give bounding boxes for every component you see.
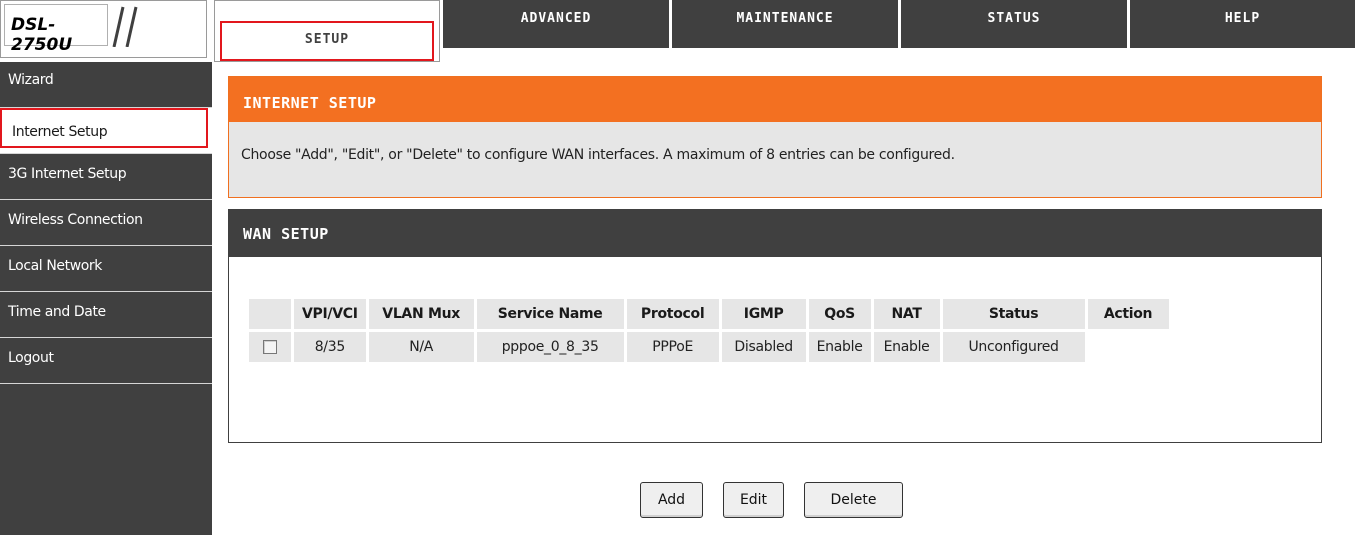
sidebar-item-logout[interactable]: Logout [0, 338, 212, 384]
sidebar-item-label: Internet Setup [12, 124, 108, 140]
cell-service-name: pppoe_0_8_35 [476, 332, 624, 362]
sidebar-item-label: Wizard [8, 72, 54, 88]
cell-protocol: PPPoE [626, 332, 719, 362]
cell-nat: Enable [873, 332, 940, 362]
column-header-qos: QoS [808, 299, 871, 329]
model-name: DSL-2750U [11, 15, 73, 55]
table-row: 8/35 N/A pppoe_0_8_35 PPPoE Disabled Ena… [249, 332, 1169, 362]
cell-status: Unconfigured [942, 332, 1085, 362]
slash-logo-icon [112, 6, 138, 47]
internet-setup-description: Choose "Add", "Edit", or "Delete" to con… [241, 147, 955, 163]
sidebar-item-label: Time and Date [8, 304, 106, 320]
brand-logo: DSL-2750U [0, 0, 207, 58]
sidebar-item-local-network[interactable]: Local Network [0, 246, 212, 292]
add-button[interactable]: Add [640, 482, 703, 518]
delete-button[interactable]: Delete [804, 482, 903, 518]
column-header-select [249, 299, 291, 329]
sidebar-item-internet-setup[interactable]: Internet Setup [0, 108, 212, 154]
cell-igmp: Disabled [721, 332, 806, 362]
column-header-nat: NAT [873, 299, 940, 329]
model-badge: DSL-2750U [4, 4, 108, 55]
cell-vlan-mux: N/A [368, 332, 474, 362]
sidebar-item-label: Local Network [8, 258, 102, 274]
tab-status[interactable]: STATUS [901, 0, 1127, 48]
cell-vpi-vci: 8/35 [294, 332, 366, 362]
column-header-igmp: IGMP [721, 299, 806, 329]
row-select-cell [249, 332, 291, 362]
tab-help[interactable]: HELP [1130, 0, 1355, 48]
internet-setup-panel: INTERNET SETUP Choose "Add", "Edit", or … [228, 76, 1322, 198]
sidebar-item-label: Wireless Connection [8, 212, 143, 228]
internet-setup-title: INTERNET SETUP [229, 77, 1321, 122]
cell-qos: Enable [808, 332, 871, 362]
sidebar-item-time-and-date[interactable]: Time and Date [0, 292, 212, 338]
sidebar-item-label: 3G Internet Setup [8, 166, 127, 182]
column-header-action: Action [1087, 299, 1169, 329]
sidebar-item-wizard[interactable]: Wizard [0, 62, 212, 108]
sidebar-item-label: Logout [8, 350, 54, 366]
tab-advanced[interactable]: ADVANCED [443, 0, 669, 48]
column-header-status: Status [942, 299, 1085, 329]
tab-maintenance[interactable]: MAINTENANCE [672, 0, 898, 48]
column-header-protocol: Protocol [626, 299, 719, 329]
tab-setup-container: SETUP [214, 0, 440, 62]
tab-setup[interactable]: SETUP [220, 21, 434, 61]
wan-setup-title: WAN SETUP [229, 210, 1321, 257]
sidebar-item-3g-internet-setup[interactable]: 3G Internet Setup [0, 154, 212, 200]
column-header-vpi-vci: VPI/VCI [294, 299, 366, 329]
cell-action [1087, 332, 1169, 362]
wan-setup-panel: WAN SETUP VPI/VCI VLAN Mux Service Name … [228, 209, 1322, 443]
sidebar-item-wireless-connection[interactable]: Wireless Connection [0, 200, 212, 246]
edit-button[interactable]: Edit [723, 482, 784, 518]
table-header-row: VPI/VCI VLAN Mux Service Name Protocol I… [249, 299, 1169, 329]
row-select-checkbox[interactable] [263, 340, 277, 354]
column-header-vlan-mux: VLAN Mux [368, 299, 474, 329]
wan-table: VPI/VCI VLAN Mux Service Name Protocol I… [246, 296, 1172, 365]
sidebar: Wizard Internet Setup 3G Internet Setup … [0, 62, 212, 535]
column-header-service-name: Service Name [476, 299, 624, 329]
